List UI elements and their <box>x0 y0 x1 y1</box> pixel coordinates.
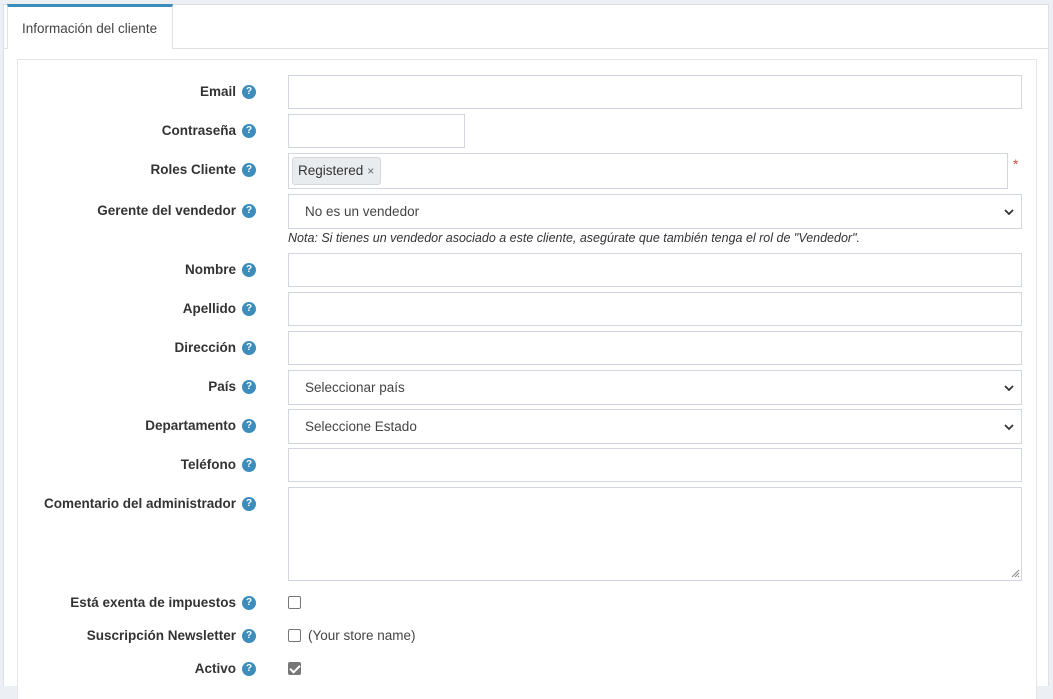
question-circle-icon[interactable]: ? <box>242 458 256 472</box>
question-circle-icon[interactable]: ? <box>242 497 256 511</box>
question-circle-icon[interactable]: ? <box>242 302 256 316</box>
address-field[interactable] <box>288 331 1022 365</box>
phone-field[interactable] <box>288 448 1022 482</box>
question-circle-icon[interactable]: ? <box>242 419 256 433</box>
remove-tag-icon[interactable]: × <box>367 164 374 178</box>
question-circle-icon[interactable]: ? <box>242 629 256 643</box>
question-circle-icon[interactable]: ? <box>242 85 256 99</box>
admin-comment-label: Comentario del administrador <box>43 496 236 511</box>
chevron-down-icon <box>1004 209 1014 216</box>
password-label: Contraseña <box>161 123 236 138</box>
last-name-field[interactable] <box>288 292 1022 326</box>
question-circle-icon[interactable]: ? <box>242 380 256 394</box>
tab-bar: Información del cliente <box>3 4 1049 49</box>
tab-customer-info[interactable]: Información del cliente <box>7 4 173 49</box>
state-label: Departamento <box>145 418 236 433</box>
last-name-label: Apellido <box>182 301 236 316</box>
question-circle-icon[interactable]: ? <box>242 341 256 355</box>
country-label: País <box>208 379 236 394</box>
active-label: Activo <box>194 661 236 676</box>
country-select-value: Seleccionar país <box>305 380 405 395</box>
email-label: Email <box>199 84 236 99</box>
first-name-label: Nombre <box>184 262 236 277</box>
email-field[interactable] <box>288 75 1022 109</box>
chevron-down-icon <box>1004 385 1014 392</box>
role-tag-label: Registered <box>298 163 364 178</box>
vendor-label: Gerente del vendedor <box>97 203 236 218</box>
newsletter-checkbox[interactable] <box>288 629 301 642</box>
phone-label: Teléfono <box>180 457 236 472</box>
tax-exempt-checkbox[interactable] <box>288 596 301 609</box>
question-circle-icon[interactable]: ? <box>242 124 256 138</box>
vendor-select-value: No es un vendedor <box>305 204 420 219</box>
first-name-field[interactable] <box>288 253 1022 287</box>
roles-label: Roles Cliente <box>150 162 236 177</box>
password-field[interactable] <box>288 114 465 148</box>
chevron-down-icon <box>1004 424 1014 431</box>
country-select[interactable]: Seleccionar país <box>288 370 1022 405</box>
address-label: Dirección <box>174 340 236 355</box>
tax-exempt-label: Está exenta de impuestos <box>70 595 236 610</box>
active-checkbox[interactable] <box>288 662 301 675</box>
newsletter-label: Suscripción Newsletter <box>86 628 236 643</box>
question-circle-icon[interactable]: ? <box>242 662 256 676</box>
vendor-note: Nota: Si tienes un vendedor asociado a e… <box>288 231 860 245</box>
state-select-value: Seleccione Estado <box>305 419 417 434</box>
vendor-select[interactable]: No es un vendedor <box>288 194 1022 229</box>
question-circle-icon[interactable]: ? <box>242 596 256 610</box>
roles-multiselect[interactable]: Registered × <box>288 153 1008 189</box>
required-mark: * <box>1013 156 1019 172</box>
question-circle-icon[interactable]: ? <box>242 204 256 218</box>
admin-comment-textarea[interactable] <box>288 487 1022 581</box>
question-circle-icon[interactable]: ? <box>242 263 256 277</box>
role-tag-registered: Registered × <box>292 157 382 185</box>
question-circle-icon[interactable]: ? <box>242 163 256 177</box>
state-select[interactable]: Seleccione Estado <box>288 409 1022 444</box>
resize-grip-icon[interactable] <box>1010 568 1020 578</box>
newsletter-store-label: (Your store name) <box>308 628 416 643</box>
